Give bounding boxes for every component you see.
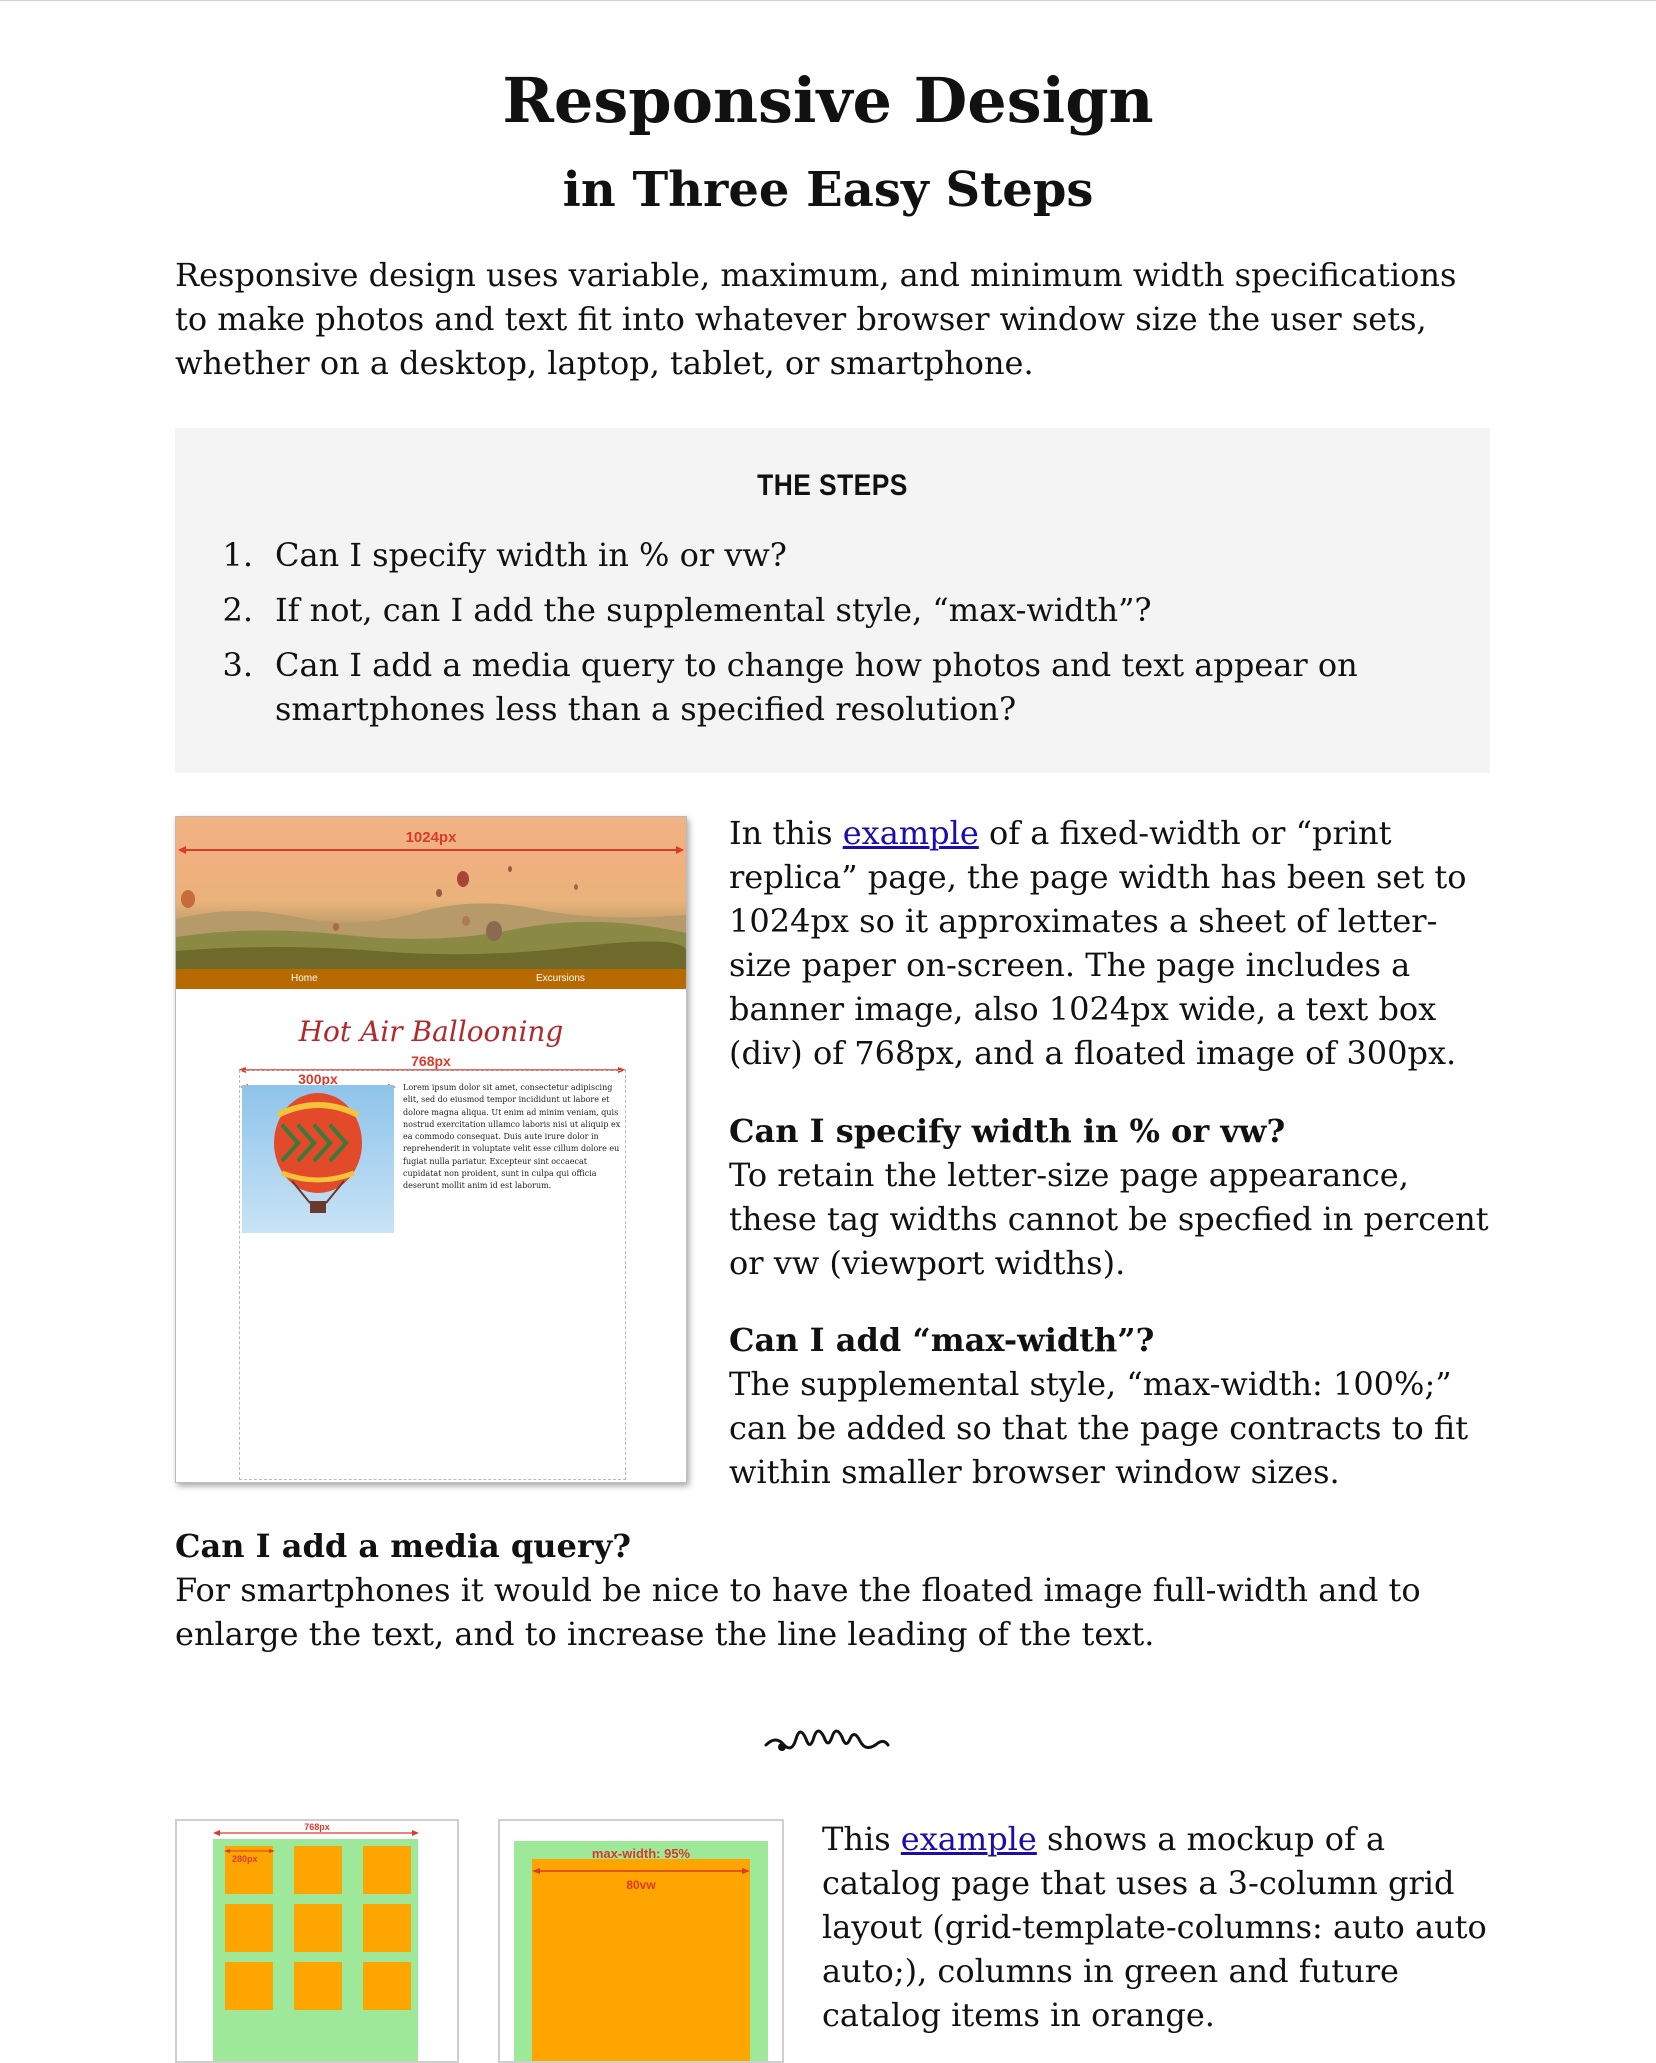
catalog-description: This example shows a mockup of a catalog… bbox=[822, 1817, 1502, 2037]
step-text: Can I specify width in % or vw? bbox=[275, 536, 787, 574]
step-item: 2. If not, can I add the supplemental st… bbox=[203, 588, 1403, 632]
step-text: Can I add a media query to change how ph… bbox=[275, 646, 1358, 728]
step-item: 3. Can I add a media query to change how… bbox=[203, 643, 1403, 731]
lorem-ipsum-text: Lorem ipsum dolor sit amet, consectetur … bbox=[403, 1083, 621, 1191]
width-question-answer: To retain the letter-size page appearanc… bbox=[729, 1156, 1489, 1282]
fixed-width-page-figure: 1024px Home Excursions Hot Air Balloonin… bbox=[175, 816, 687, 1483]
catalog-item-cell bbox=[363, 1904, 411, 1952]
step-number: 2. bbox=[222, 591, 253, 629]
nav-home-link: Home bbox=[291, 973, 318, 984]
text-span: This bbox=[822, 1820, 901, 1858]
example-description: In this example of a fixed-width or “pri… bbox=[729, 811, 1499, 1075]
max-width-section: Can I add “max-width”? The supplemental … bbox=[729, 1318, 1499, 1494]
max-width-answer: The supplemental style, “max-width: 100%… bbox=[729, 1365, 1469, 1491]
step-number: 3. bbox=[222, 646, 253, 684]
document-page: Responsive Design in Three Easy Steps Re… bbox=[0, 1, 1656, 2063]
media-query-section: Can I add a media query? For smartphones… bbox=[175, 1524, 1495, 1656]
step-number: 1. bbox=[222, 536, 253, 574]
catalog-item-cell bbox=[294, 1962, 342, 2010]
catalog-item-cell bbox=[225, 1962, 273, 2010]
textbox-width-label: 768px bbox=[411, 1053, 451, 1069]
fleuron-divider-icon bbox=[764, 1729, 890, 1751]
page-title: Responsive Design bbox=[502, 64, 1154, 137]
max-width-heading: Can I add “max-width”? bbox=[729, 1321, 1155, 1359]
nav-excursions-link: Excursions bbox=[536, 973, 585, 984]
floated-balloon-image bbox=[242, 1085, 394, 1233]
grid-layout-figure: 768px 280px bbox=[175, 1819, 459, 2063]
step-item: 1. Can I specify width in % or vw? bbox=[203, 533, 1403, 577]
catalog-item-cell bbox=[363, 1962, 411, 2010]
banner-width-label: 1024px bbox=[405, 829, 457, 846]
catalog-item-cell bbox=[294, 1904, 342, 1952]
steps-list: 1. Can I specify width in % or vw? 2. If… bbox=[203, 533, 1403, 742]
cell-width-label: 280px bbox=[232, 1854, 258, 1864]
vw-width-label: 80vw bbox=[626, 1878, 656, 1892]
steps-heading: THE STEPS bbox=[757, 469, 908, 502]
media-query-heading: Can I add a media query? bbox=[175, 1527, 632, 1565]
text-span: In this bbox=[729, 814, 843, 852]
page-subtitle: in Three Easy Steps bbox=[562, 162, 1094, 218]
example-link[interactable]: example bbox=[843, 814, 979, 852]
width-question-section: Can I specify width in % or vw? To retai… bbox=[729, 1109, 1499, 1285]
step-text: If not, can I add the supplemental style… bbox=[275, 591, 1152, 629]
text-span: of a fixed-width or “print replica” page… bbox=[729, 814, 1467, 1072]
mock-navbar: Home Excursions bbox=[176, 969, 686, 989]
catalog-example-link[interactable]: example bbox=[901, 1820, 1037, 1858]
media-query-answer: For smartphones it would be nice to have… bbox=[175, 1571, 1421, 1653]
intro-paragraph: Responsive design uses variable, maximum… bbox=[175, 256, 1457, 382]
mock-page-heading: Hot Air Ballooning bbox=[298, 1015, 564, 1048]
catalog-item-cell bbox=[225, 1904, 273, 1952]
width-question-heading: Can I specify width in % or vw? bbox=[729, 1112, 1286, 1150]
steps-box: THE STEPS 1. Can I specify width in % or… bbox=[175, 428, 1490, 773]
balloon-banner-image: 1024px bbox=[176, 817, 686, 969]
max-width-label: max-width: 95% bbox=[591, 1846, 691, 1861]
hot-air-balloon-icon bbox=[274, 1093, 362, 1213]
grid-width-label: 768px bbox=[304, 1822, 330, 1832]
max-width-figure: max-width: 95% 80vw bbox=[498, 1819, 784, 2063]
